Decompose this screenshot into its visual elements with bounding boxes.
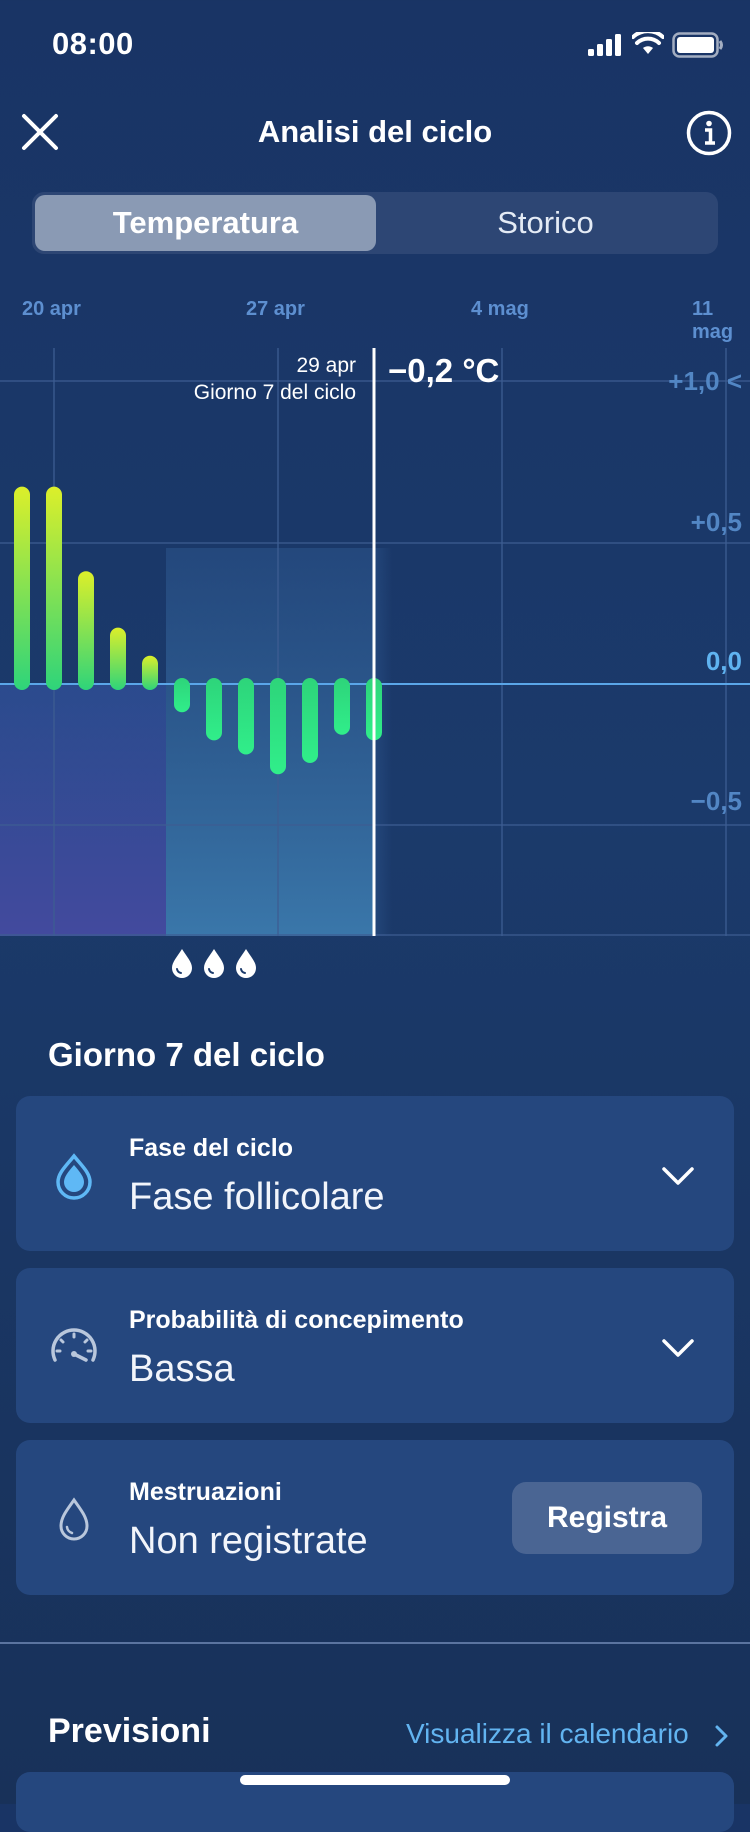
- register-button[interactable]: Registra: [512, 1482, 702, 1554]
- period-zone: [0, 684, 166, 936]
- period-drop-icon: [236, 949, 256, 978]
- period-drops: [170, 948, 266, 983]
- selected-cycle-day-label: Giorno 7 del ciclo: [194, 381, 356, 404]
- drop-outline-icon: [59, 1497, 89, 1541]
- status-time: 08:00: [52, 26, 134, 61]
- temperature-bar[interactable]: [174, 678, 190, 713]
- forecast-title: Previsioni: [48, 1712, 211, 1750]
- cycle-day-title: Giorno 7 del ciclo: [48, 1036, 325, 1073]
- period-drop-icon: [172, 949, 192, 978]
- temperature-bar[interactable]: [14, 486, 30, 690]
- date-label-20apr: 20 apr: [22, 298, 81, 320]
- chevron-down-icon[interactable]: [658, 1156, 698, 1196]
- view-calendar-link[interactable]: Visualizza il calendario: [406, 1718, 689, 1750]
- menstruation-value: Non registrate: [129, 1520, 368, 1562]
- temperature-bar[interactable]: [302, 678, 318, 763]
- menstruation-label: Mestruazioni: [129, 1478, 282, 1506]
- drop-filled-icon: [56, 1153, 92, 1200]
- page-title: Analisi del ciclo: [257, 114, 493, 149]
- cycle-phase-card[interactable]: Fase del ciclo Fase follicolare: [16, 1096, 734, 1251]
- selected-date-label: 29 apr: [296, 354, 356, 377]
- home-indicator[interactable]: [240, 1775, 510, 1785]
- conception-probability-card[interactable]: Probabilità di concepimento Bassa: [16, 1268, 734, 1423]
- info-icon[interactable]: [686, 110, 732, 156]
- conception-probability-label: Probabilità di concepimento: [129, 1306, 464, 1334]
- tab-storico[interactable]: Storico: [376, 195, 715, 251]
- selected-value: −0,2 °C: [388, 352, 499, 389]
- follicular-fade: [374, 548, 392, 936]
- y-label-plus1: +1,0 <: [668, 366, 742, 396]
- chevron-down-icon[interactable]: [658, 1328, 698, 1368]
- date-label-4mag: 4 mag: [471, 298, 529, 320]
- date-label-27apr: 27 apr: [246, 298, 305, 320]
- divider: [0, 1642, 750, 1644]
- conception-probability-value: Bassa: [129, 1348, 235, 1390]
- gauge-icon: [51, 1328, 97, 1362]
- y-label-minus05: −0,5: [691, 786, 742, 816]
- temperature-bar[interactable]: [238, 678, 254, 755]
- segmented-control: Temperatura Storico: [32, 192, 718, 254]
- temperature-bar[interactable]: [142, 655, 158, 690]
- temperature-bar[interactable]: [334, 678, 350, 735]
- temperature-bar[interactable]: [206, 678, 222, 741]
- period-drop-icon: [204, 949, 224, 978]
- y-label-plus05: +0,5: [691, 507, 742, 537]
- y-label-zero: 0,0: [706, 646, 742, 676]
- temperature-bar[interactable]: [46, 486, 62, 690]
- wifi-icon: [632, 32, 664, 54]
- temperature-bar[interactable]: [78, 571, 94, 690]
- cycle-phase-label: Fase del ciclo: [129, 1134, 293, 1162]
- chevron-right-icon[interactable]: [712, 1722, 732, 1750]
- temperature-bar[interactable]: [110, 627, 126, 690]
- menstruation-card: Mestruazioni Non registrate Registra: [16, 1440, 734, 1595]
- temperature-chart[interactable]: 29 apr Giorno 7 del ciclo −0,2 °C +1,0 <…: [0, 348, 750, 936]
- date-label-11mag: 11 mag: [692, 298, 734, 343]
- signal-icon: [588, 34, 621, 56]
- temperature-bar[interactable]: [270, 678, 286, 775]
- tab-temperatura[interactable]: Temperatura: [35, 195, 376, 251]
- battery-icon: [672, 32, 723, 58]
- cycle-phase-value: Fase follicolare: [129, 1176, 385, 1218]
